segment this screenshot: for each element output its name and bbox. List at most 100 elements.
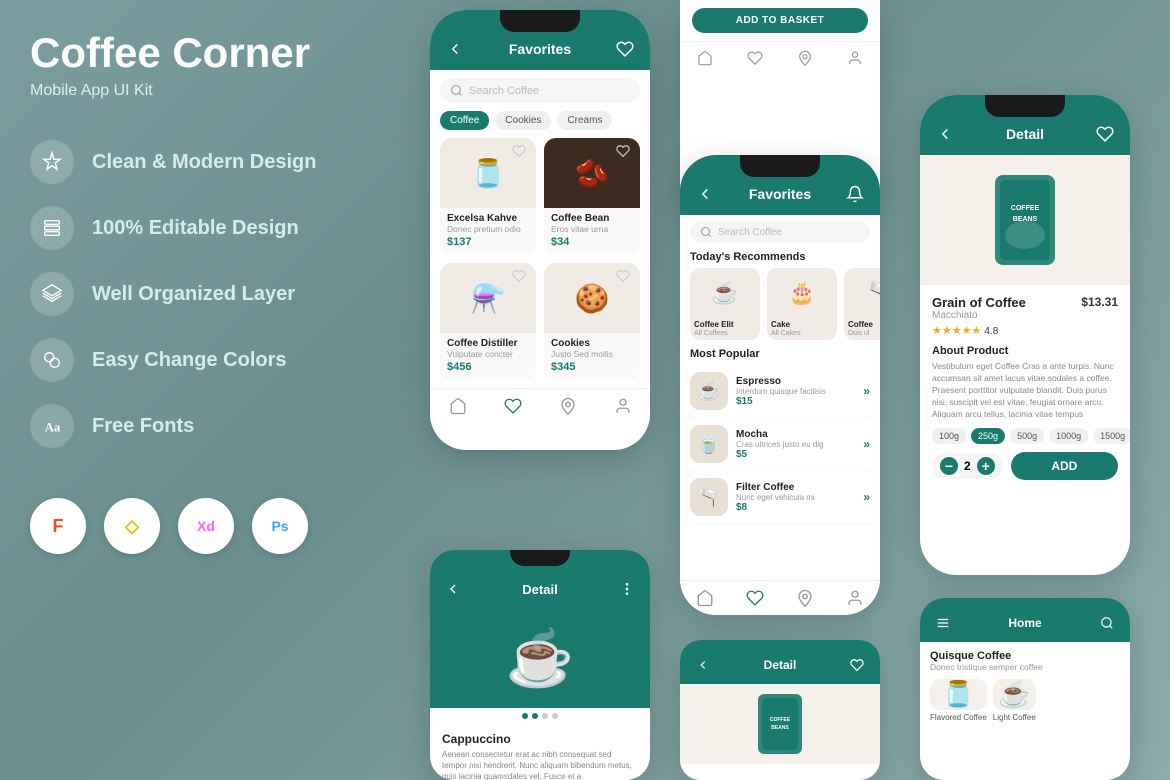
feature-label-fonts: Free Fonts [92,415,194,438]
size-1500g[interactable]: 1500g [1093,428,1130,444]
phone7-card-0[interactable]: 🫙 Flavored Coffee [930,679,987,722]
phone6-heart-icon[interactable] [846,654,868,676]
add-to-basket-btn[interactable]: ADD TO BASKET [692,8,868,33]
cat-tab-coffee[interactable]: Coffee [440,111,489,130]
bottom-nav-person[interactable] [614,397,632,415]
phone5-dots [430,708,650,724]
ps-icon: Ps [252,498,308,554]
popular-list: ☕ Espresso Interdum quisque facilisis $1… [680,365,880,524]
product-card-0[interactable]: 🫙 Excelsa Kahve Donec pretium odio $137 [440,138,536,255]
recommend-img-2: 🫗 [844,268,880,318]
popular-name-0: Espresso [736,376,855,387]
popular-arrow-1[interactable]: » [863,437,870,451]
dot-1 [532,713,538,719]
phone6-back-icon[interactable] [692,654,714,676]
phone4-price: $13.31 [1081,295,1118,309]
phone4-back-icon[interactable] [934,123,956,145]
feature-label-colors: Easy Change Colors [92,349,287,372]
recommend-card-1[interactable]: 🎂 Cake All Cakes [767,268,837,340]
nav-home-icon[interactable] [697,50,713,66]
bottom-nav-heart[interactable] [504,397,522,415]
svg-text:COFFEE: COFFEE [770,717,791,723]
add-button[interactable]: ADD [1011,452,1118,480]
size-500g[interactable]: 500g [1010,428,1044,444]
phone3-section-recommends: Today's Recommends [690,251,870,263]
popular-img-1: 🍵 [690,425,728,463]
phone5-info: Cappuccino Aenean consectetur erat ac ni… [430,724,650,780]
phone3-nav-home[interactable] [696,589,714,607]
phone7-search-icon[interactable] [1096,612,1118,634]
app-subtitle: Mobile App UI Kit [30,82,390,100]
phone7-menu-icon[interactable] [932,612,954,634]
heart-nav-icon[interactable] [614,38,636,60]
popular-price-2: $8 [736,502,855,513]
bottom-nav-home[interactable] [449,397,467,415]
product-card-3[interactable]: 🍪 Cookies Justo Sed mollis $345 [544,263,640,380]
phone5-back-icon[interactable] [442,578,464,600]
phone4-title: Detail [1006,126,1044,142]
phone4-stars: ★★★★★ 4.8 [932,324,1118,337]
nav-heart-icon[interactable] [747,50,763,66]
app-title: Coffee Corner [30,30,390,76]
search-placeholder: Search Coffee [469,85,539,97]
phone7-card-1[interactable]: ☕ Light Coffee [993,679,1036,722]
qty-decrease-btn[interactable]: − [940,457,958,475]
cat-tab-creams[interactable]: Creams [557,111,612,130]
size-1000g[interactable]: 1000g [1049,428,1088,444]
phone5-notch [510,550,570,566]
back-icon[interactable] [444,38,466,60]
phone7-card-label-1: Light Coffee [993,713,1036,722]
nav-person-icon[interactable] [847,50,863,66]
phone3-bell-icon[interactable] [844,183,866,205]
layers-edit-icon [30,206,74,250]
phone-favorites-2: Favorites Search Coffee Today's Recommen… [680,155,880,615]
feature-item-colors: Easy Change Colors [30,338,390,382]
product-name-1: Coffee Bean [551,213,633,224]
popular-item-1[interactable]: 🍵 Mocha Cras ultrices justo eu dig $5 » [690,418,870,471]
qty-increase-btn[interactable]: + [977,457,995,475]
phone-detail-partial: Detail COFFEE BEANS [680,640,880,780]
phone4-size-options: 100g 250g 500g 1000g 1500g [932,428,1118,444]
popular-desc-0: Interdum quisque facilisis [736,387,855,396]
product-card-2[interactable]: ⚗️ Coffee Distiller Vulputate concter $4… [440,263,536,380]
phone7-card-img-1: ☕ [993,679,1036,710]
phone3-nav-person[interactable] [846,589,864,607]
phone3-search[interactable]: Search Coffee [690,221,870,243]
heart-icon-3[interactable] [616,269,634,287]
popular-name-2: Filter Coffee [736,482,855,493]
nav-location-icon[interactable] [797,50,813,66]
recommend-card-2[interactable]: 🫗 Coffee Duis ul [844,268,880,340]
recommend-sublabel-0: All Coffees [690,330,760,340]
coffee-package-svg: COFFEE BEANS [980,165,1070,275]
phone7-product-sub: Donec tristique semper coffee [930,662,1120,672]
popular-arrow-2[interactable]: » [863,490,870,504]
phone3-notch [740,155,820,177]
popular-arrow-0[interactable]: » [863,384,870,398]
phone4-heart-icon[interactable] [1094,123,1116,145]
product-card-1[interactable]: 🫘 Coffee Bean Eros vitae urna $34 [544,138,640,255]
phone3-back-icon[interactable] [694,183,716,205]
sparkle-icon [30,140,74,184]
popular-info-0: Espresso Interdum quisque facilisis $15 [736,376,855,407]
popular-item-0[interactable]: ☕ Espresso Interdum quisque facilisis $1… [690,365,870,418]
phone3-nav-location[interactable] [796,589,814,607]
cat-tab-cookies[interactable]: Cookies [495,111,551,130]
heart-icon-0[interactable] [512,144,530,162]
size-100g[interactable]: 100g [932,428,966,444]
search-bar[interactable]: Search Coffee [440,78,640,103]
colors-icon [30,338,74,382]
phone2-bottom-nav [680,41,880,74]
heart-icon-2[interactable] [512,269,530,287]
phone-notch [500,10,580,32]
phone3-nav-heart[interactable] [746,589,764,607]
phone-home: Home Quisque Coffee Donec tristique semp… [920,598,1130,780]
product-name-3: Cookies [551,338,633,349]
product-desc-3: Justo Sed mollis [551,349,633,359]
popular-item-2[interactable]: 🫗 Filter Coffee Nunc eget vehicula mi $8… [690,471,870,524]
phone5-menu-icon[interactable] [616,578,638,600]
recommend-card-0[interactable]: ☕ Coffee Elit All Coffees [690,268,760,340]
heart-icon-1[interactable] [616,144,634,162]
size-250g[interactable]: 250g [971,428,1005,444]
feature-label-clean: Clean & Modern Design [92,151,316,174]
bottom-nav-location[interactable] [559,397,577,415]
